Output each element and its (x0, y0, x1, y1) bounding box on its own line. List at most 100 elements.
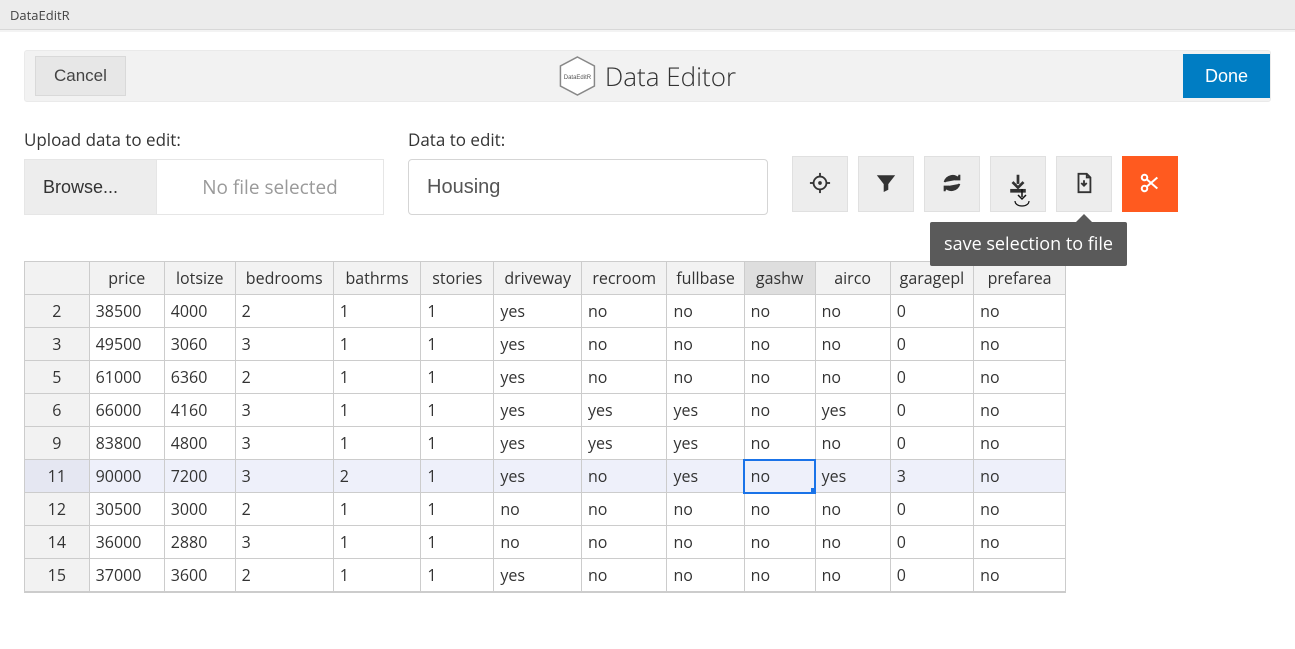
row-number[interactable]: 15 (25, 559, 90, 592)
cell[interactable]: yes (494, 328, 582, 361)
cell[interactable]: 0 (890, 361, 973, 394)
cell[interactable]: no (581, 526, 667, 559)
cell[interactable]: 0 (890, 493, 973, 526)
cell[interactable]: 0 (890, 394, 973, 427)
cell[interactable]: 30500 (89, 493, 164, 526)
cell[interactable]: no (744, 295, 815, 328)
cell[interactable]: no (815, 526, 890, 559)
cell[interactable]: 2 (235, 559, 333, 592)
cell[interactable]: 3 (235, 328, 333, 361)
cell[interactable]: 0 (890, 559, 973, 592)
column-header[interactable]: lotsize (164, 262, 235, 295)
cell[interactable]: 7200 (164, 460, 235, 493)
cell[interactable]: no (667, 493, 744, 526)
column-header[interactable]: driveway (494, 262, 582, 295)
cell[interactable]: 2880 (164, 526, 235, 559)
filter-button[interactable] (858, 156, 914, 212)
cell[interactable]: no (494, 526, 582, 559)
dataset-input[interactable] (408, 159, 768, 215)
cell[interactable]: no (581, 295, 667, 328)
cell[interactable]: 2 (235, 295, 333, 328)
cell[interactable]: no (494, 493, 582, 526)
cell[interactable]: no (744, 427, 815, 460)
cell[interactable]: no (974, 328, 1066, 361)
sync-button[interactable] (924, 156, 980, 212)
cell[interactable]: 1 (421, 526, 494, 559)
cell[interactable]: 37000 (89, 559, 164, 592)
cell[interactable]: 0 (890, 427, 973, 460)
cell[interactable]: 66000 (89, 394, 164, 427)
cell[interactable]: 1 (333, 427, 421, 460)
column-header[interactable]: fullbase (667, 262, 744, 295)
column-header[interactable]: stories (421, 262, 494, 295)
cell[interactable]: 1 (421, 460, 494, 493)
data-grid[interactable]: pricelotsizebedroomsbathrmsstoriesdrivew… (24, 261, 1066, 593)
cell[interactable]: yes (581, 394, 667, 427)
cell[interactable]: no (815, 493, 890, 526)
cell[interactable]: no (974, 559, 1066, 592)
cell[interactable]: 1 (421, 361, 494, 394)
cell[interactable]: 4800 (164, 427, 235, 460)
corner-header[interactable] (25, 262, 90, 295)
cell[interactable]: 3 (235, 427, 333, 460)
cell[interactable]: no (744, 460, 815, 493)
cell[interactable]: yes (494, 427, 582, 460)
browse-button[interactable]: Browse... (25, 160, 157, 214)
column-header[interactable]: bathrms (333, 262, 421, 295)
cell[interactable]: no (744, 559, 815, 592)
cell[interactable]: no (744, 526, 815, 559)
cut-button[interactable] (1122, 156, 1178, 212)
column-header[interactable]: bedrooms (235, 262, 333, 295)
cell[interactable]: 61000 (89, 361, 164, 394)
row-number[interactable]: 9 (25, 427, 90, 460)
export-button[interactable] (1056, 156, 1112, 212)
cell[interactable]: yes (494, 361, 582, 394)
column-header[interactable]: price (89, 262, 164, 295)
cell[interactable]: no (744, 394, 815, 427)
cell[interactable]: 1 (333, 295, 421, 328)
cell[interactable]: 1 (333, 394, 421, 427)
cell[interactable]: 3000 (164, 493, 235, 526)
cell[interactable]: yes (581, 427, 667, 460)
cell[interactable]: no (581, 493, 667, 526)
cell[interactable]: no (974, 394, 1066, 427)
cell[interactable]: no (974, 295, 1066, 328)
column-header[interactable]: garagepl (890, 262, 973, 295)
cell[interactable]: 0 (890, 295, 973, 328)
cell[interactable]: 4160 (164, 394, 235, 427)
cell[interactable]: 3 (890, 460, 973, 493)
cell[interactable]: 0 (890, 526, 973, 559)
cell[interactable]: no (667, 526, 744, 559)
cell[interactable]: yes (667, 427, 744, 460)
cell[interactable]: 3060 (164, 328, 235, 361)
cell[interactable]: no (815, 559, 890, 592)
select-button[interactable] (792, 156, 848, 212)
cell[interactable]: no (974, 526, 1066, 559)
download-button[interactable] (990, 156, 1046, 212)
cell[interactable]: 83800 (89, 427, 164, 460)
cell[interactable]: 1 (333, 493, 421, 526)
row-number[interactable]: 6 (25, 394, 90, 427)
cell[interactable]: 1 (333, 526, 421, 559)
cell[interactable]: 49500 (89, 328, 164, 361)
cell[interactable]: 3600 (164, 559, 235, 592)
cell[interactable]: 1 (421, 295, 494, 328)
row-number[interactable]: 12 (25, 493, 90, 526)
cell[interactable]: 90000 (89, 460, 164, 493)
cell[interactable]: no (667, 559, 744, 592)
cell[interactable]: no (667, 328, 744, 361)
column-header[interactable]: recroom (581, 262, 667, 295)
cell[interactable]: no (974, 427, 1066, 460)
row-number[interactable]: 5 (25, 361, 90, 394)
cell[interactable]: no (581, 361, 667, 394)
cell[interactable]: 3 (235, 526, 333, 559)
cell[interactable]: 1 (333, 361, 421, 394)
row-number[interactable]: 11 (25, 460, 90, 493)
cell[interactable]: 1 (421, 493, 494, 526)
cell[interactable]: 2 (235, 493, 333, 526)
cell[interactable]: no (581, 559, 667, 592)
done-button[interactable]: Done (1183, 54, 1270, 98)
cell[interactable]: no (974, 460, 1066, 493)
cell[interactable]: 2 (235, 361, 333, 394)
cell[interactable]: 4000 (164, 295, 235, 328)
